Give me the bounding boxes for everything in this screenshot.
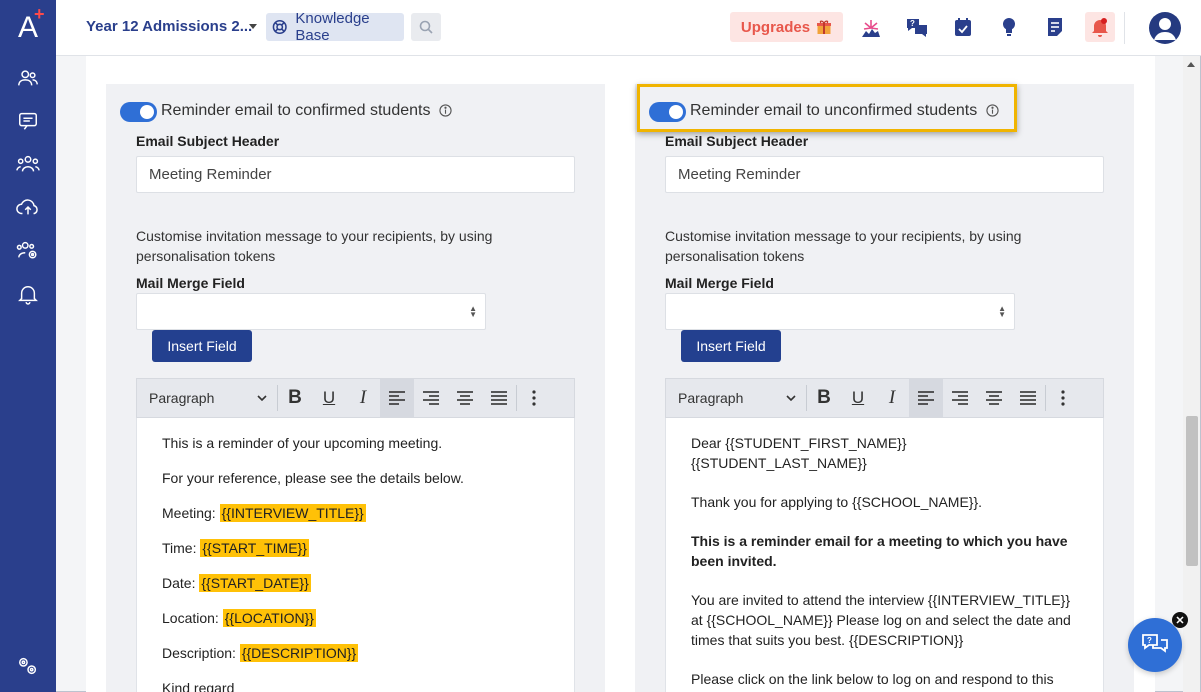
italic-button[interactable]: I [875, 379, 909, 417]
token-location: {{LOCATION}} [222, 609, 316, 627]
lifebuoy-icon [272, 19, 287, 35]
italic-button[interactable]: I [346, 379, 380, 417]
underline-button[interactable]: U [312, 379, 346, 417]
align-left-button[interactable] [909, 379, 943, 417]
info-icon[interactable] [439, 104, 452, 117]
subject-label: Email Subject Header [665, 133, 809, 149]
click-line: Please click on the link below to log on… [691, 671, 1054, 687]
sidebar: A + [0, 0, 56, 692]
confirmed-reminder-toggle[interactable] [120, 102, 157, 122]
body-line: This is a reminder of your upcoming meet… [162, 435, 443, 451]
user-avatar-icon[interactable] [1149, 12, 1181, 44]
help-chat-icon[interactable]: ? [904, 14, 930, 40]
insert-field-button[interactable]: Insert Field [681, 330, 781, 362]
subject-input[interactable]: Meeting Reminder [665, 156, 1104, 193]
group-icon[interactable] [14, 150, 42, 178]
meeting-line: Meeting: {{INTERVIEW_TITLE}} [162, 504, 366, 522]
gift-icon [817, 20, 832, 34]
notes-icon[interactable] [1042, 14, 1068, 40]
greeting-line: Dear {{STUDENT_FIRST_NAME}} {{STUDENT_LA… [691, 435, 907, 471]
select-arrows-icon: ▲ ▼ [998, 304, 1006, 319]
location-line: Location: {{LOCATION}} [162, 609, 316, 627]
scroll-up-arrow-icon[interactable] [1187, 62, 1195, 67]
align-justify-button[interactable] [1011, 379, 1045, 417]
token-start-date: {{START_DATE}} [199, 574, 311, 592]
token-start-time: {{START_TIME}} [200, 539, 309, 557]
token-interview-title: {{INTERVIEW_TITLE}} [219, 504, 366, 522]
focus-highlight-box [637, 84, 1017, 132]
time-line: Time: {{START_TIME}} [162, 539, 309, 557]
align-center-button[interactable] [977, 379, 1011, 417]
date-line: Date: {{START_DATE}} [162, 574, 311, 592]
align-right-button[interactable] [414, 379, 448, 417]
svg-text:?: ? [910, 19, 915, 28]
search-button[interactable] [411, 13, 441, 41]
align-center-button[interactable] [448, 379, 482, 417]
search-icon [419, 20, 433, 34]
paragraph-format-select[interactable]: Paragraph [666, 379, 806, 417]
select-arrows-icon: ▲ ▼ [469, 304, 477, 319]
mail-merge-select[interactable]: ▲ ▼ [665, 293, 1015, 330]
header-divider [1124, 12, 1125, 44]
main-content: Reminder email to confirmed students Ema… [86, 56, 1155, 692]
reminder-bold-line: This is a reminder email for a meeting t… [691, 533, 1068, 569]
customise-description: Customise invitation message to your rec… [665, 228, 1022, 264]
confirmed-reminder-label: Reminder email to confirmed students [161, 102, 452, 120]
email-body-editor[interactable]: Dear {{STUDENT_FIRST_NAME}} {{STUDENT_LA… [665, 418, 1104, 692]
bold-button[interactable]: B [278, 379, 312, 417]
align-justify-button[interactable] [482, 379, 516, 417]
lightbulb-icon[interactable] [996, 14, 1022, 40]
chat-icon[interactable] [14, 107, 42, 135]
token-description: {{DESCRIPTION}} [239, 644, 359, 662]
more-options-icon[interactable] [517, 379, 551, 417]
mail-merge-label: Mail Merge Field [665, 275, 774, 291]
settings-icon[interactable] [14, 652, 42, 680]
cloud-upload-icon[interactable] [14, 193, 42, 221]
underline-button[interactable]: U [841, 379, 875, 417]
align-right-button[interactable] [943, 379, 977, 417]
description-line: Description: {{DESCRIPTION}} [162, 644, 359, 662]
close-chat-icon[interactable]: ✕ [1172, 612, 1188, 628]
scroll-thumb[interactable] [1186, 416, 1198, 566]
upgrades-label: Upgrades [740, 18, 811, 36]
svg-text:?: ? [1147, 636, 1152, 645]
mail-merge-select[interactable]: ▲ ▼ [136, 293, 486, 330]
calendar-icon[interactable] [950, 14, 976, 40]
bell-icon[interactable] [14, 280, 42, 308]
thanks-line: Thank you for applying to {{SCHOOL_NAME}… [691, 494, 983, 510]
chevron-down-icon[interactable] [249, 24, 257, 29]
confirmed-reminder-panel: Reminder email to confirmed students Ema… [106, 84, 605, 692]
project-title[interactable]: Year 12 Admissions 2... [86, 18, 252, 35]
align-left-button[interactable] [380, 379, 414, 417]
app-logo[interactable]: A + [0, 0, 56, 56]
bold-button[interactable]: B [807, 379, 841, 417]
subject-label: Email Subject Header [136, 133, 280, 149]
body-line: For your reference, please see the detai… [162, 470, 464, 486]
fireworks-icon[interactable] [858, 14, 884, 40]
knowledge-base-label: Knowledge Base [295, 10, 370, 44]
upgrades-button[interactable]: Upgrades [730, 12, 843, 42]
mail-merge-label: Mail Merge Field [136, 275, 245, 291]
chevron-down-icon [257, 395, 267, 401]
email-body-editor[interactable]: This is a reminder of your upcoming meet… [136, 418, 575, 692]
customise-description: Customise invitation message to your rec… [136, 228, 493, 264]
page-scrollbar[interactable] [1183, 56, 1200, 692]
editor-toolbar: Paragraph B U I [136, 378, 575, 418]
subject-input[interactable]: Meeting Reminder [136, 156, 575, 193]
editor-toolbar: Paragraph B U I [665, 378, 1104, 418]
chevron-down-icon [786, 395, 796, 401]
paragraph-format-select[interactable]: Paragraph [137, 379, 277, 417]
unconfirmed-reminder-panel: Reminder email to unconfirmed students E… [635, 84, 1134, 692]
notifications-bell-icon[interactable] [1085, 12, 1115, 42]
people-icon[interactable] [14, 64, 42, 92]
insert-field-button[interactable]: Insert Field [152, 330, 252, 362]
top-bar: Year 12 Admissions 2... Knowledge Base U… [56, 0, 1201, 56]
group-settings-icon[interactable] [14, 236, 42, 264]
more-options-icon[interactable] [1046, 379, 1080, 417]
logo-plus: + [34, 4, 45, 24]
knowledge-base-button[interactable]: Knowledge Base [266, 10, 404, 44]
chat-bubbles-icon: ? [1142, 634, 1168, 653]
closing-line: Kind regard [162, 680, 235, 692]
invite-line: You are invited to attend the interview … [691, 592, 1071, 648]
